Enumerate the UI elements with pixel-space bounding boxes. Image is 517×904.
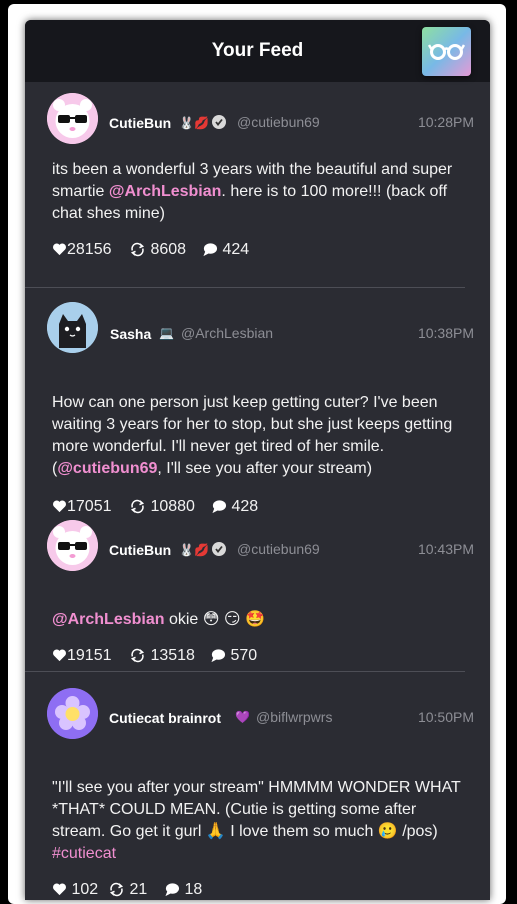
avatar[interactable] — [47, 688, 98, 739]
author-name[interactable]: Cutiecat brainrot — [109, 710, 221, 726]
page-title: Your Feed — [211, 40, 304, 61]
glasses-icon — [428, 44, 465, 60]
post-text: @ArchLesbian okie 😳 😏 🤩 — [52, 609, 472, 631]
avatar[interactable] — [47, 93, 98, 144]
hashtag-link[interactable]: #cutiecat — [52, 845, 116, 862]
author-badges: 💻 — [159, 326, 174, 340]
badge-emoji: 🐰💋 — [179, 543, 209, 557]
verified-icon — [212, 115, 227, 129]
repost-count: 8608 — [150, 241, 187, 258]
comment-icon — [211, 649, 226, 663]
post-text: "I'll see you after your stream" HMMMM W… — [52, 777, 467, 865]
author-handle[interactable]: @cutiebun69 — [237, 541, 320, 557]
comment-icon — [203, 243, 218, 257]
mention-link[interactable]: @ArchLesbian — [109, 183, 222, 200]
reply-button[interactable]: 424 — [202, 241, 249, 259]
like-button[interactable]: 102 — [52, 881, 98, 899]
repost-icon — [130, 648, 145, 663]
like-button[interactable]: 19151 — [52, 647, 112, 665]
badge-emoji: 💜 — [235, 710, 250, 724]
post-time: 10:43PM — [417, 541, 474, 557]
post: Cutiecat brainrot 💜 @biflwrpwrs 10:50PM … — [25, 672, 490, 900]
post-text: its been a wonderful 3 years with the be… — [52, 159, 472, 225]
reply-button[interactable]: 18 — [164, 881, 202, 899]
post-text-part: , I'll see you after your stream) — [157, 460, 373, 477]
repost-count: 13518 — [150, 647, 195, 664]
post-text-part: "I'll see you after your stream" HMMMM W… — [52, 779, 461, 840]
like-count: 19151 — [67, 647, 112, 664]
like-count: 28156 — [67, 241, 112, 258]
purple-flower-avatar — [47, 688, 98, 739]
author-badges: 💜 — [235, 710, 250, 724]
avatar[interactable] — [47, 302, 98, 353]
author-badges: 🐰💋 — [179, 542, 227, 557]
heart-icon — [53, 243, 66, 256]
post-time: 10:50PM — [417, 709, 474, 725]
reply-count: 424 — [222, 241, 250, 258]
black-cat-avatar — [47, 302, 98, 353]
badge-emoji: 💻 — [159, 326, 174, 340]
repost-button[interactable]: 8608 — [129, 241, 186, 259]
badge-emoji: 🐰💋 — [179, 116, 209, 130]
mention-link[interactable]: @cutiebun69 — [57, 460, 157, 477]
author-handle[interactable]: @cutiebun69 — [237, 114, 320, 130]
post: Sasha 💻 @ArchLesbian 10:38PM How can one… — [25, 289, 490, 515]
mention-link[interactable]: @ArchLesbian — [52, 611, 165, 628]
author-name[interactable]: Sasha — [110, 326, 151, 342]
like-button[interactable]: 28156 — [52, 241, 112, 259]
post-text: How can one person just keep getting cut… — [52, 392, 472, 480]
post-time: 10:28PM — [417, 114, 474, 130]
post-text-part: okie 😳 😏 🤩 — [164, 611, 265, 628]
author-name[interactable]: CutieBun — [109, 115, 171, 131]
post-time: 10:38PM — [417, 325, 474, 341]
feed-header: Your Feed — [25, 20, 490, 82]
author-handle[interactable]: @biflwrpwrs — [256, 709, 332, 725]
repost-button[interactable]: 13518 — [129, 647, 195, 665]
author-badges: 🐰💋 — [179, 115, 227, 130]
reply-button[interactable]: 570 — [210, 647, 257, 665]
panda-sunglasses-avatar — [47, 93, 98, 144]
repost-icon — [130, 242, 145, 257]
repost-button[interactable]: 21 — [108, 881, 147, 899]
verified-icon — [212, 542, 227, 556]
avatar[interactable] — [47, 520, 98, 571]
post: CutieBun 🐰💋 @cutiebun69 10:28PM its been… — [25, 82, 490, 289]
author-handle[interactable]: @ArchLesbian — [181, 325, 273, 341]
heart-icon — [53, 649, 66, 662]
post: CutieBun 🐰💋 @cutiebun69 10:43PM @ArchLes… — [25, 502, 490, 672]
glasses-menu-button[interactable] — [422, 27, 471, 76]
author-name[interactable]: CutieBun — [109, 542, 171, 558]
panda-sunglasses-avatar — [47, 520, 98, 571]
divider — [25, 287, 465, 288]
reply-count: 570 — [230, 647, 258, 664]
feed-panel: Your Feed CutieBun 🐰💋 @cutiebun69 10:28P… — [25, 20, 490, 900]
